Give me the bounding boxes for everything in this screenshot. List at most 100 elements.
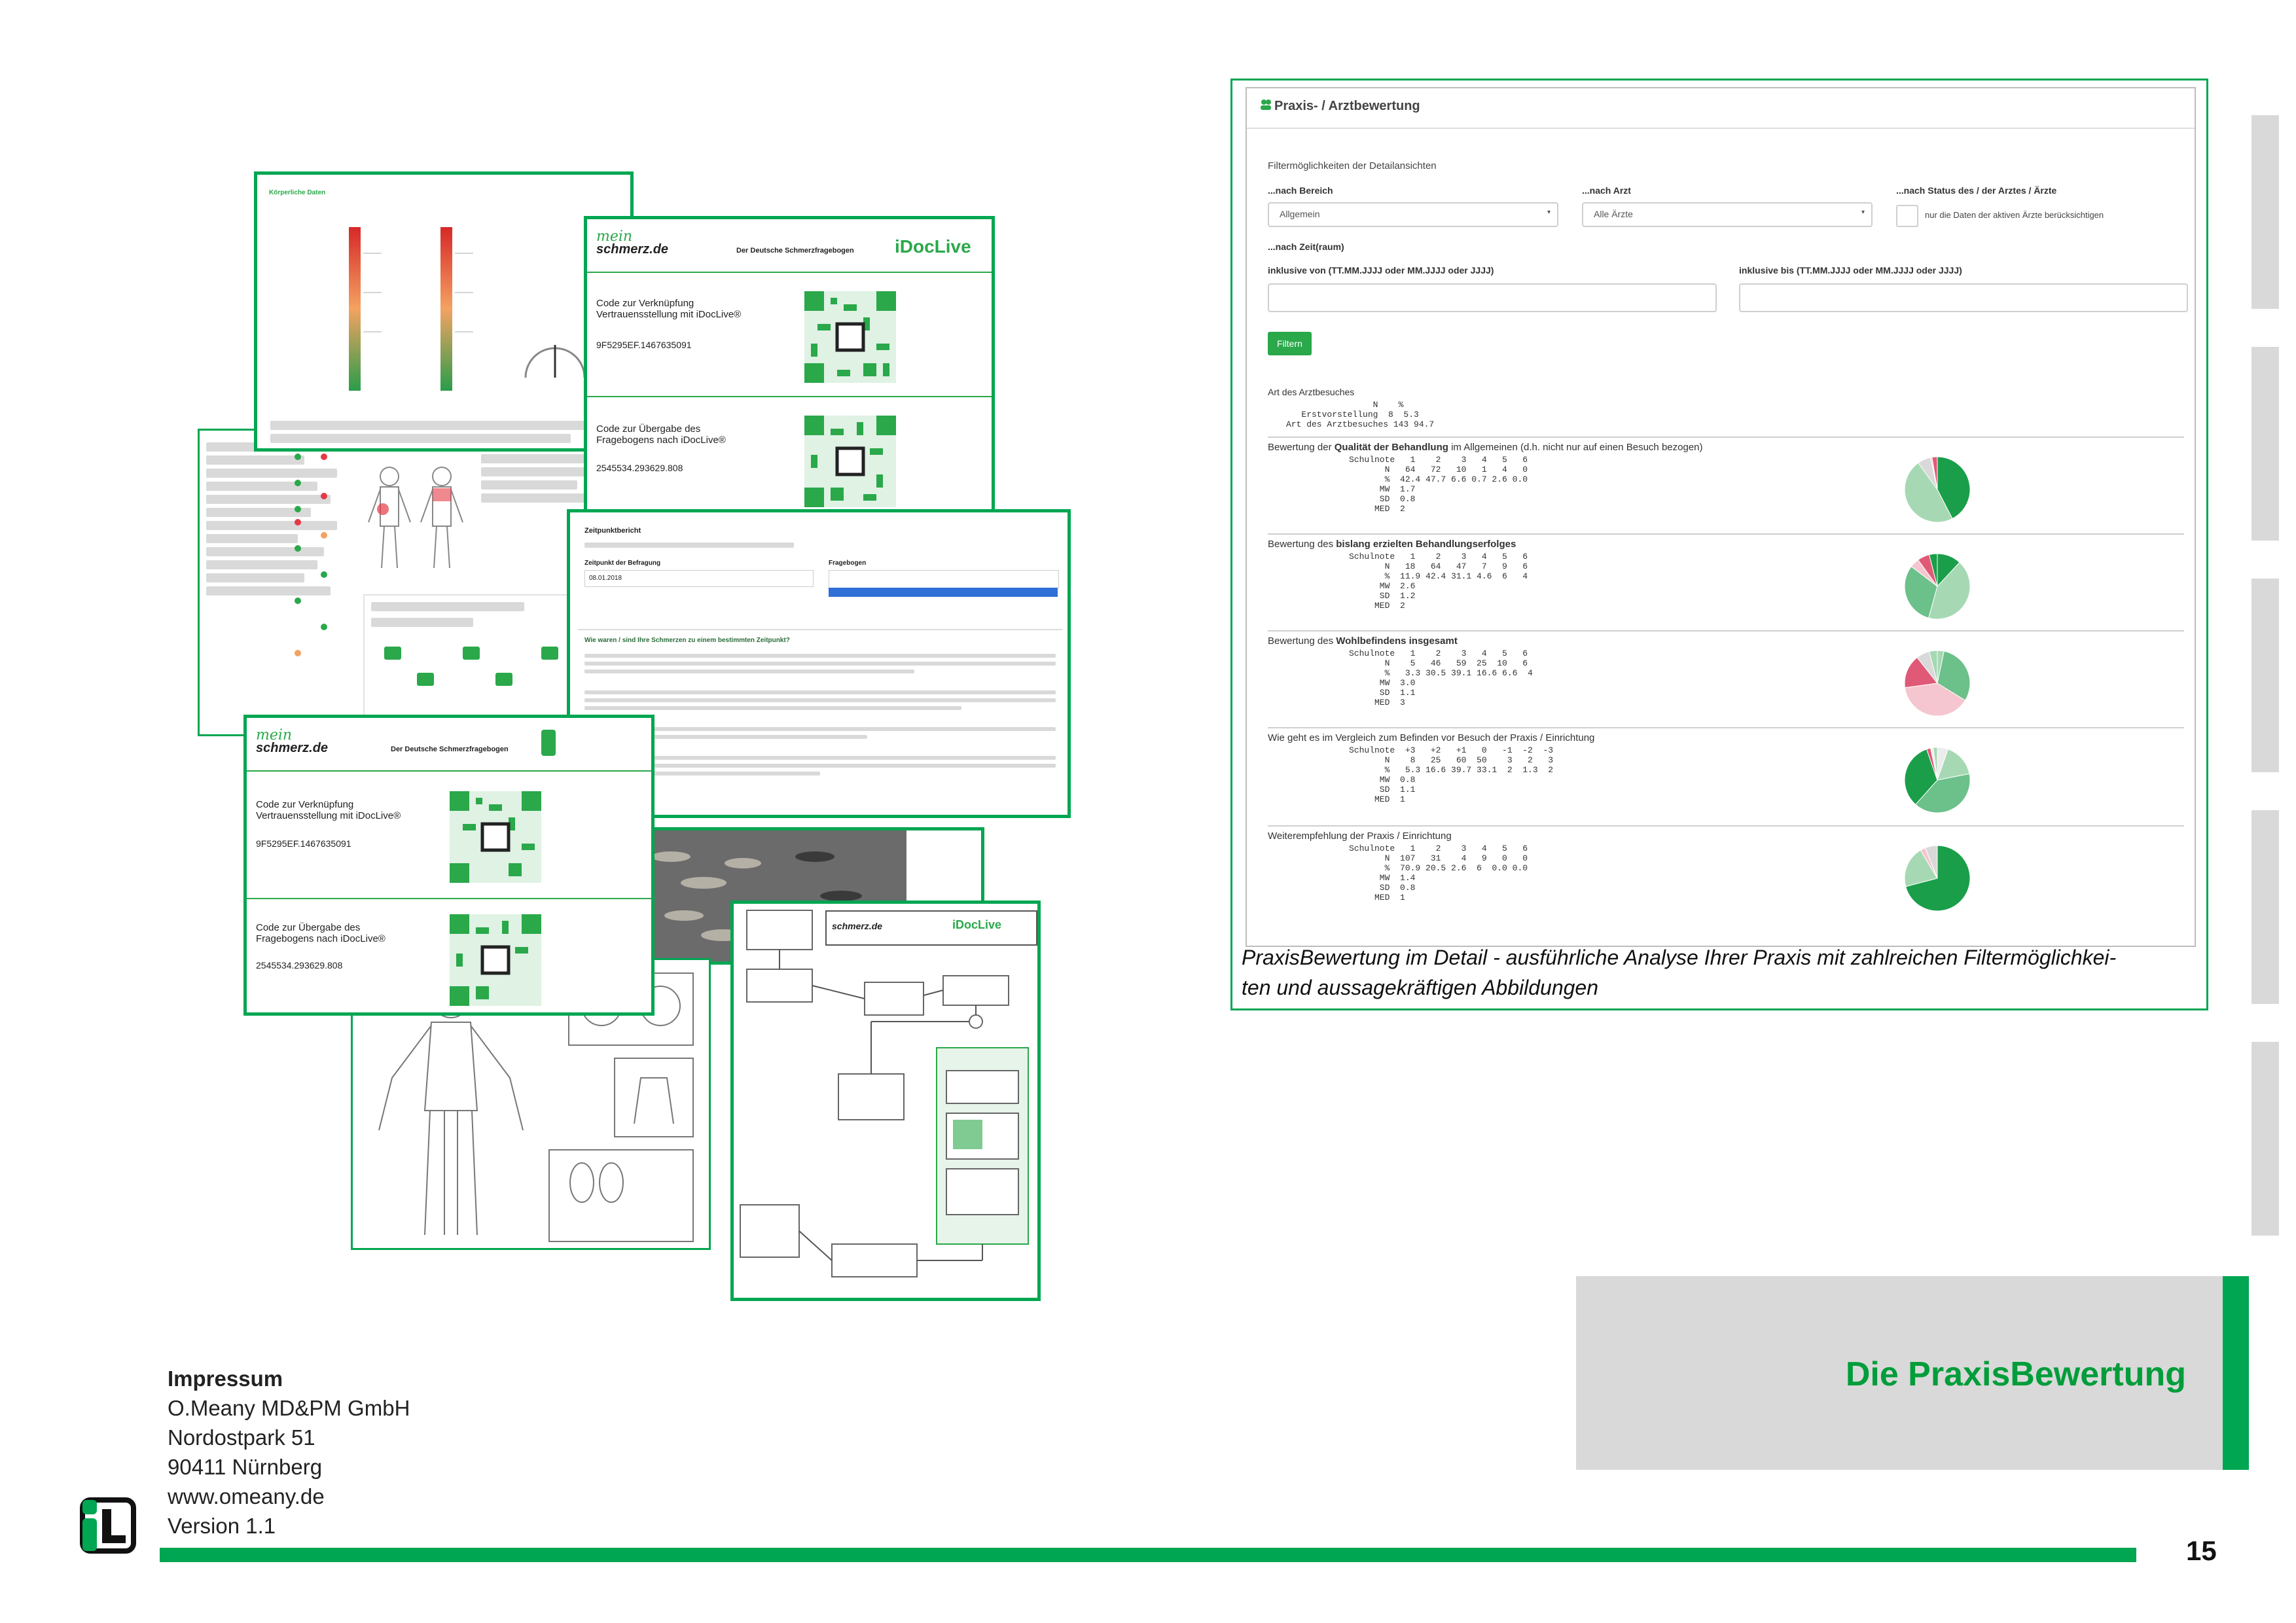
footer-bar bbox=[160, 1548, 2136, 1562]
side-tab-2[interactable] bbox=[2251, 347, 2279, 541]
impressum: Impressum O.Meany MD&PM GmbH Nordostpark… bbox=[168, 1364, 410, 1541]
impressum-version: Version 1.1 bbox=[168, 1514, 276, 1538]
side-tab-5[interactable] bbox=[2251, 1042, 2279, 1236]
collage-body-data: Körperliche Daten bbox=[254, 171, 634, 452]
brand-logo: mein schmerz.de bbox=[256, 727, 329, 755]
von-input[interactable] bbox=[1268, 283, 1717, 312]
section-title-accent bbox=[2223, 1276, 2249, 1470]
impressum-web[interactable]: www.omeany.de bbox=[168, 1482, 410, 1511]
body-diagram-small bbox=[368, 467, 463, 569]
chevron-down-icon: ▾ bbox=[1547, 209, 1551, 216]
impressum-title: Impressum bbox=[168, 1366, 283, 1391]
side-tab-4[interactable] bbox=[2251, 810, 2279, 1004]
collage-code-card-top: mein schmerz.de Der Deutsche Schmerzfrag… bbox=[584, 216, 995, 521]
arzt-select[interactable]: Alle Ärzte ▾ bbox=[1582, 202, 1873, 227]
stats-row: SD 1.1 bbox=[1349, 785, 1416, 794]
status-checkbox-label: nur die Daten der aktiven Ärzte berücksi… bbox=[1925, 210, 2104, 220]
stats-table: Schulnote 1 2 3 4 5 6 N 107 31 4 9 0 0 %… bbox=[1349, 844, 1528, 902]
stats-row: SD 0.8 bbox=[1349, 883, 1416, 893]
stats-row: Schulnote +3 +2 +1 0 -1 -2 -3 bbox=[1349, 745, 1554, 755]
stats-table: Schulnote 1 2 3 4 5 6 N 5 46 59 25 10 6 … bbox=[1349, 649, 1533, 707]
section-title: Weiterempfehlung der Praxis / Einrichtun… bbox=[1268, 830, 1452, 842]
section-title: Bewertung des Wohlbefindens insgesamt bbox=[1268, 635, 1458, 647]
praxis-screenshot: Praxis- / Arztbewertung Filtermöglichkei… bbox=[1230, 79, 2208, 1010]
stats-row: N 18 64 47 7 9 6 bbox=[1349, 562, 1528, 571]
qr-code-3 bbox=[450, 791, 541, 883]
side-tab-3[interactable] bbox=[2251, 579, 2279, 772]
qr-code-4 bbox=[450, 914, 541, 1006]
section-title: Wie geht es im Vergleich zum Befinden vo… bbox=[1268, 732, 1595, 743]
status-dots bbox=[295, 454, 327, 656]
section-divider bbox=[1268, 727, 2184, 728]
page-number: 15 bbox=[2186, 1535, 2217, 1566]
brand-logo: mein schmerz.de bbox=[596, 228, 669, 257]
stats-row: MED 2 bbox=[1349, 601, 1405, 611]
impressum-company: O.Meany MD&PM GmbH bbox=[168, 1396, 410, 1420]
section-title: Die PraxisBewertung bbox=[1845, 1355, 2186, 1393]
bereich-label: ...nach Bereich bbox=[1268, 185, 1333, 196]
filter-button[interactable]: Filtern bbox=[1268, 332, 1312, 355]
pie-chart bbox=[1904, 456, 1971, 523]
section-divider bbox=[1268, 825, 2184, 827]
active-doctors-checkbox[interactable] bbox=[1896, 205, 1918, 227]
filter-header: Filtermöglichkeiten der Detailansichten bbox=[1268, 160, 1437, 171]
praxis-window: Praxis- / Arztbewertung Filtermöglichkei… bbox=[1246, 87, 2196, 947]
section-title: Bewertung des bislang erzielten Behandlu… bbox=[1268, 539, 1516, 550]
stats-row: MED 1 bbox=[1349, 794, 1405, 804]
people-icon bbox=[1260, 99, 1271, 110]
stats-row: % 70.9 20.5 2.6 6 0.0 0.0 bbox=[1349, 863, 1528, 873]
stats-row: Schulnote 1 2 3 4 5 6 bbox=[1349, 844, 1528, 853]
status-label: ...nach Status des / der Arztes / Ärzte bbox=[1896, 185, 2057, 196]
bis-input[interactable] bbox=[1739, 283, 2188, 312]
stats-row: N 64 72 10 1 4 0 bbox=[1349, 465, 1528, 474]
stats-row: MW 1.7 bbox=[1349, 484, 1416, 494]
stats-row: MED 2 bbox=[1349, 504, 1405, 514]
bereich-select[interactable]: Allgemein ▾ bbox=[1268, 202, 1558, 227]
art-table: N % Erstvorstellung 8 5.3 Art des Arztbe… bbox=[1286, 400, 1435, 429]
qr-code-1 bbox=[804, 291, 896, 383]
stats-table: Schulnote +3 +2 +1 0 -1 -2 -3 N 8 25 60 … bbox=[1349, 745, 1553, 804]
stats-row: N 8 25 60 50 3 2 3 bbox=[1349, 755, 1554, 765]
stats-row: % 42.4 47.7 6.6 0.7 2.6 0.0 bbox=[1349, 474, 1528, 484]
pie-chart bbox=[1904, 747, 1971, 813]
zeit-label: ...nach Zeit(raum) bbox=[1268, 241, 1344, 252]
figure-caption: PraxisBewertung im Detail - ausführliche… bbox=[1242, 946, 2117, 999]
stats-row: N 107 31 4 9 0 0 bbox=[1349, 853, 1528, 863]
stats-row: SD 1.2 bbox=[1349, 591, 1416, 601]
body-data-title: Körperliche Daten bbox=[269, 189, 326, 196]
stats-row: MED 3 bbox=[1349, 698, 1405, 707]
stats-row: MW 1.4 bbox=[1349, 873, 1416, 883]
stats-row: MW 0.8 bbox=[1349, 775, 1416, 785]
chevron-down-icon: ▾ bbox=[1861, 209, 1865, 216]
stats-row: MW 3.0 bbox=[1349, 678, 1416, 688]
von-label: inklusive von (TT.MM.JJJJ oder MM.JJJJ o… bbox=[1268, 265, 1494, 276]
section-divider bbox=[1268, 533, 2184, 535]
art-title: Art des Arztbesuches bbox=[1268, 387, 1355, 397]
section-divider bbox=[1268, 437, 2184, 438]
section-title: Bewertung der Qualität der Behandlung im… bbox=[1268, 442, 1703, 453]
stats-row: MW 2.6 bbox=[1349, 581, 1416, 591]
collage-flowchart: schmerz.de iDocLive bbox=[730, 901, 1041, 1301]
stats-row: % 5.3 16.6 39.7 33.1 2 1.3 2 bbox=[1349, 765, 1554, 775]
side-tab-1[interactable] bbox=[2251, 115, 2279, 309]
stats-row: MED 1 bbox=[1349, 893, 1405, 902]
idoclive-logo bbox=[541, 730, 556, 756]
idoclive-logo: iDocLive bbox=[895, 236, 971, 257]
stats-row: Schulnote 1 2 3 4 5 6 bbox=[1349, 649, 1528, 658]
stats-row: Schulnote 1 2 3 4 5 6 bbox=[1349, 455, 1528, 465]
stats-row: % 3.3 30.5 39.1 16.6 6.6 4 bbox=[1349, 668, 1533, 678]
section-divider bbox=[1268, 630, 2184, 632]
flow-header: schmerz.de iDocLive bbox=[825, 910, 1037, 946]
idoclive-logo-icon bbox=[80, 1497, 136, 1554]
collage-patient-table bbox=[198, 429, 630, 736]
impressum-city: 90411 Nürnberg bbox=[168, 1455, 323, 1479]
panel-title: Praxis- / Arztbewertung bbox=[1274, 99, 1420, 113]
stats-row: SD 1.1 bbox=[1349, 688, 1416, 698]
stats-row: % 11.9 42.4 31.1 4.6 6 4 bbox=[1349, 571, 1528, 581]
pie-chart bbox=[1904, 650, 1971, 717]
collage-code-card-bottom: mein schmerz.de Der Deutsche Schmerzfrag… bbox=[243, 715, 655, 1016]
stats-row: SD 0.8 bbox=[1349, 494, 1416, 504]
bis-label: inklusive bis (TT.MM.JJJJ oder MM.JJJJ o… bbox=[1739, 265, 1962, 276]
qr-code-2 bbox=[804, 416, 896, 507]
pie-chart bbox=[1904, 845, 1971, 912]
